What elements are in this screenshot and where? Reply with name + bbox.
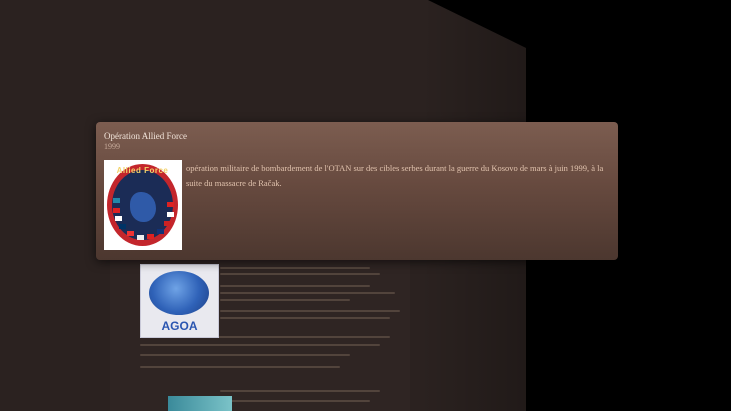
- agoa-logo-text: AGOA: [161, 319, 198, 333]
- event-popup[interactable]: Opération Allied Force 1999 Allied Force: [96, 122, 618, 260]
- timeline-3d-view: AGOA Opération Allied Force 1999 Allied …: [0, 0, 731, 411]
- agoa-logo-thumbnail[interactable]: AGOA: [140, 264, 219, 338]
- event-image[interactable]: Allied Force: [104, 160, 182, 250]
- event-thumbnail[interactable]: [168, 396, 232, 411]
- patch-text: Allied Force: [116, 166, 169, 175]
- event-description: opération militaire de bombardement de l…: [186, 163, 604, 188]
- allied-force-patch-icon: Allied Force: [107, 164, 178, 246]
- globe-icon: [149, 271, 209, 315]
- event-year: 1999: [104, 142, 120, 151]
- event-title: Opération Allied Force: [104, 131, 187, 141]
